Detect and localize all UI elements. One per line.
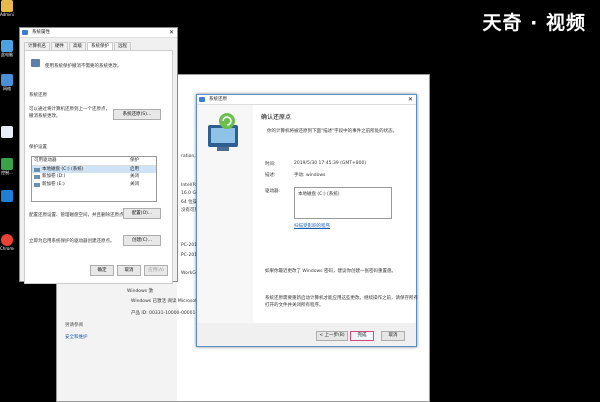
configure-text: 配置还原设置、管理磁盘空间，并且删除还原点。 (29, 213, 128, 218)
time-label: 时间: (265, 162, 276, 167)
tab-computer-name[interactable]: 计算机名 (24, 42, 50, 50)
system-restore-heading: 系统还原 (29, 93, 47, 98)
wizard-side-art (197, 105, 253, 333)
drives-label: 驱动器: (265, 189, 281, 194)
wizard-titlebar[interactable]: 系统还原 ✕ (197, 95, 416, 105)
tab-system-protection[interactable]: 系统保护 (87, 42, 113, 50)
create-button[interactable]: 创建(C)... (123, 235, 161, 246)
cancel-button[interactable]: 取消 (117, 265, 141, 276)
close-icon[interactable]: ✕ (408, 95, 413, 104)
dialog-titlebar[interactable]: 系统属性 ✕ (20, 28, 177, 38)
window-icon (22, 30, 28, 35)
restore-desc-line2: 撤消系统更改。 (29, 114, 61, 119)
description-value: 手动: windows (294, 173, 326, 178)
desktop-icon-label: 此电脑 (1, 52, 13, 57)
drive-name: 新加卷 (E:) (42, 181, 65, 187)
description-label: 描述: (265, 173, 276, 178)
close-icon[interactable]: ✕ (169, 28, 174, 37)
wizard-heading: 确认还原点 (261, 114, 292, 121)
security-maintenance-link[interactable]: 安全和维护 (65, 334, 88, 340)
dialog-title: 系统属性 (32, 30, 50, 35)
drives-listbox[interactable]: 本地磁盘 (C:) (系统) (294, 187, 392, 219)
desktop-app-icon (1, 40, 13, 52)
brand-watermark: 天奇 · 视频 (482, 12, 586, 34)
col-protection: 保护 (130, 158, 139, 163)
desktop-icon[interactable] (0, 126, 14, 138)
drive-status: 关闭 (130, 174, 139, 179)
see-also-heading: 另请参阅 (65, 323, 83, 328)
desktop-icon-label: Chrome (0, 246, 14, 251)
restart-note-line1: 系统还原需要重新启动计算机才能应用这些更改。继续操作之前，请保存所有 (265, 296, 418, 301)
desktop-icon[interactable] (0, 190, 14, 202)
col-drive: 可用驱动器 (34, 158, 57, 163)
drive-list-header: 可用驱动器 保护 (32, 157, 156, 166)
desktop-app-icon (1, 190, 13, 202)
activation-status: Windows 已激活 阅读 Microsoft 软 (131, 299, 205, 304)
desktop-app-icon (1, 234, 13, 246)
system-protection-icon (31, 59, 40, 67)
scan-affected-programs-link[interactable]: 扫描受影响的程序 (294, 223, 330, 229)
configure-button[interactable]: 配置(O)... (123, 208, 161, 219)
restore-desc-line1: 可以通过将计算机还原到上一个还原点， (29, 107, 110, 112)
wizard-title: 系统还原 (209, 97, 227, 102)
desktop-app-icon (1, 126, 13, 138)
drive-status: 启用 (130, 166, 139, 172)
apply-button[interactable]: 应用(A) (144, 265, 168, 276)
desktop-icon-label: Adminis... (0, 12, 14, 17)
desktop-app-icon (1, 74, 13, 86)
wizard-cancel-button[interactable]: 取消 (381, 331, 405, 341)
drive-name: 本地磁盘 (C:) (系统) (42, 166, 84, 172)
drives-value: 本地磁盘 (C:) (系统) (298, 192, 340, 197)
drive-status: 关闭 (130, 181, 139, 187)
create-text: 立即为启用系统保护的驱动器创建还原点。 (29, 239, 115, 244)
system-restore-wizard: 系统还原 ✕ 确认还原点 你的计算机将被还原到下面"描述"字段中的事件之前所处的… (196, 94, 418, 347)
back-button[interactable]: < 上一步(B) (316, 331, 348, 341)
desktop-app-icon (1, 0, 13, 12)
wizard-subtitle: 你的计算机将被还原到下面"描述"字段中的事件之前所处的状态。 (267, 129, 398, 134)
drive-icon (34, 175, 40, 179)
desktop-icon[interactable]: 控制... (0, 158, 14, 176)
restore-computer-icon (208, 113, 238, 151)
tab-hardware[interactable]: 硬件 (51, 42, 68, 50)
desktop-icon[interactable]: 网络 (0, 74, 14, 92)
protection-settings-heading: 保护设置 (29, 145, 47, 150)
desktop-icon-label: 控制... (1, 170, 13, 175)
system-restore-button[interactable]: 系统还原(S)... (113, 109, 161, 120)
restore-window-icon (199, 97, 205, 102)
activation-heading: Windows 激 (127, 289, 154, 294)
desktop-icon[interactable]: Chrome (0, 234, 14, 251)
drive-name: 新加卷 (D:) (42, 174, 66, 179)
desktop-icon[interactable]: Adminis... (0, 0, 14, 17)
tab-remote[interactable]: 远程 (114, 42, 131, 50)
password-note: 如果你最近更改了 Windows 密码，建议你创建一张密码重置盘。 (265, 269, 396, 274)
restart-note-line2: 打开的文件并关闭所有程序。 (265, 303, 324, 308)
drive-icon (34, 182, 40, 187)
desktop-icon[interactable]: 此电脑 (0, 40, 14, 58)
drive-row-e[interactable]: 新加卷 (E:) 关闭 (32, 181, 156, 189)
drive-list: 可用驱动器 保护 本地磁盘 (C:) (系统) 启用 新加卷 (D:) 关闭 新… (31, 156, 157, 202)
drive-row-d[interactable]: 新加卷 (D:) 关闭 (32, 173, 156, 181)
intro-text: 使用系统保护撤消不需要的系统更改。 (45, 64, 122, 69)
tab-strip: 计算机名 硬件 高级 系统保护 远程 (24, 42, 132, 50)
drive-icon (34, 167, 40, 172)
system-properties-dialog: 系统属性 ✕ 计算机名 硬件 高级 系统保护 远程 使用系统保护撤消不需要的系统… (19, 27, 178, 284)
drive-row-c[interactable]: 本地磁盘 (C:) (系统) 启用 (32, 165, 156, 173)
desktop-icon-label: 网络 (3, 86, 11, 91)
desktop-app-icon (1, 158, 13, 170)
ok-button[interactable]: 确定 (90, 265, 114, 276)
tab-advanced[interactable]: 高级 (69, 42, 86, 50)
time-value: 2019/5/30 17:45:39 (GMT+800) (294, 161, 367, 166)
